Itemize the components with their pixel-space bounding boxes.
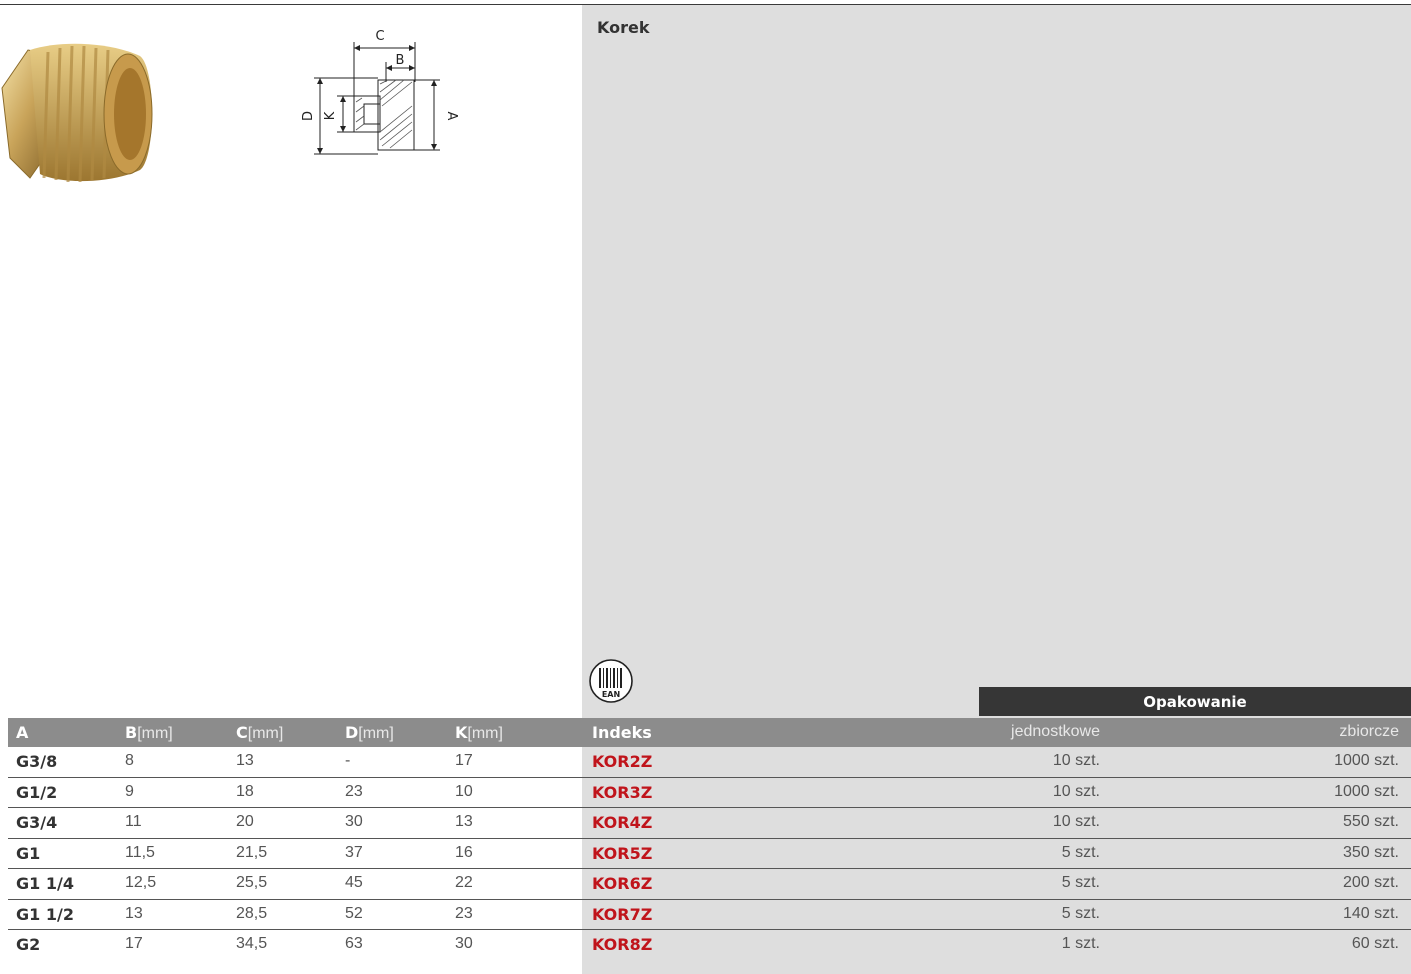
dim-label-d: D <box>301 111 316 121</box>
cell-b: 13 <box>125 904 143 922</box>
table-row: G3/4 11 20 30 13 KOR4Z 10 szt. 550 szt. <box>8 808 1411 839</box>
cell-bulk-pack: 1000 szt. <box>1334 782 1399 800</box>
cell-b: 17 <box>125 935 143 952</box>
cell-k: 22 <box>455 874 473 891</box>
cell-unit-pack: 5 szt. <box>1061 874 1100 891</box>
col-header-index: Indeks <box>592 723 652 742</box>
col-header-d: D[mm] <box>345 723 394 742</box>
cell-d: 52 <box>345 904 363 922</box>
col-header-unit-pack: jednostkowe <box>1011 723 1100 740</box>
packaging-header-label: Opakowanie <box>1143 693 1247 711</box>
product-title: Korek <box>597 18 650 37</box>
table-row: G1 1/2 13 28,5 52 23 KOR7Z 5 szt. 140 sz… <box>8 900 1411 930</box>
cell-c: 13 <box>236 752 254 769</box>
cell-index: KOR8Z <box>592 935 653 954</box>
cell-unit-pack: 5 szt. <box>1061 904 1100 922</box>
cell-a: G3/4 <box>16 813 58 832</box>
table-row: G2 17 34,5 63 30 KOR8Z 1 szt. 60 szt. <box>8 930 1411 960</box>
product-photo <box>1 43 153 183</box>
cell-c: 25,5 <box>236 874 268 891</box>
cell-bulk-pack: 140 szt. <box>1342 904 1399 922</box>
table-row: G1/2 9 18 23 10 KOR3Z 10 szt. 1000 szt. <box>8 778 1411 808</box>
cell-k: 23 <box>455 904 473 922</box>
cell-unit-pack: 10 szt. <box>1052 813 1100 830</box>
cell-index: KOR6Z <box>592 874 653 893</box>
col-header-c: C[mm] <box>236 723 284 742</box>
cell-unit-pack: 1 szt. <box>1061 935 1100 952</box>
cell-bulk-pack: 60 szt. <box>1351 935 1399 952</box>
cell-b: 8 <box>125 752 134 769</box>
product-table: G3/8 8 13 - 17 KOR2Z 10 szt. 1000 szt. G… <box>8 747 1411 960</box>
table-row: G1 11,5 21,5 37 16 KOR5Z 5 szt. 350 szt. <box>8 839 1411 869</box>
cell-c: 34,5 <box>236 935 268 952</box>
cell-b: 11,5 <box>125 843 155 861</box>
cell-d: 45 <box>345 874 363 891</box>
cell-b: 11 <box>125 813 142 830</box>
cell-a: G2 <box>16 935 41 954</box>
dim-label-k: K <box>323 111 338 120</box>
cell-b: 9 <box>125 782 134 800</box>
cell-index: KOR4Z <box>592 813 653 832</box>
cell-a: G1 1/4 <box>16 874 74 893</box>
cell-d: 30 <box>345 813 363 830</box>
cell-index: KOR5Z <box>592 843 653 863</box>
cell-a: G3/8 <box>16 752 58 771</box>
cell-d: 23 <box>345 782 363 800</box>
packaging-header: Opakowanie <box>979 687 1411 716</box>
cell-c: 20 <box>236 813 254 830</box>
table-row: G1 1/4 12,5 25,5 45 22 KOR6Z 5 szt. 200 … <box>8 869 1411 900</box>
cell-unit-pack: 10 szt. <box>1052 752 1100 769</box>
cell-index: KOR7Z <box>592 904 653 924</box>
col-header-bulk-pack: zbiorcze <box>1339 723 1399 740</box>
col-header-a: A <box>16 723 29 742</box>
cell-k: 16 <box>455 843 473 861</box>
cell-c: 28,5 <box>236 904 268 922</box>
ean-icon-label: EAN <box>602 690 620 699</box>
cell-index: KOR2Z <box>592 752 653 771</box>
cell-bulk-pack: 350 szt. <box>1342 843 1399 861</box>
cell-bulk-pack: 1000 szt. <box>1334 752 1399 769</box>
dim-label-a: A <box>444 112 459 121</box>
technical-drawing: C B D K A <box>301 29 459 155</box>
cell-d: 63 <box>345 935 363 952</box>
cell-a: G1/2 <box>16 782 58 802</box>
cell-b: 12,5 <box>125 874 157 891</box>
table-header: A B[mm] C[mm] D[mm] K[mm] Indeks jednost… <box>8 718 1411 747</box>
cell-k: 30 <box>455 935 473 952</box>
cell-bulk-pack: 200 szt. <box>1342 874 1399 891</box>
ean-barcode-icon: EAN <box>589 659 633 703</box>
dim-label-c: C <box>375 29 384 44</box>
dim-label-b: B <box>396 53 405 68</box>
cell-a: G1 <box>16 843 41 863</box>
col-header-b: B[mm] <box>125 723 173 742</box>
cell-a: G1 1/2 <box>16 904 74 924</box>
cell-d: 37 <box>345 843 363 861</box>
col-header-k: K[mm] <box>455 723 503 742</box>
cell-k: 13 <box>455 813 473 830</box>
cell-unit-pack: 5 szt. <box>1061 843 1100 861</box>
cell-c: 18 <box>236 782 254 800</box>
cell-d: - <box>345 752 351 769</box>
cell-c: 21,5 <box>236 843 268 861</box>
table-row: G3/8 8 13 - 17 KOR2Z 10 szt. 1000 szt. <box>8 747 1411 778</box>
cell-index: KOR3Z <box>592 782 653 802</box>
cell-unit-pack: 10 szt. <box>1052 782 1100 800</box>
cell-k: 10 <box>455 782 473 800</box>
cell-k: 17 <box>455 752 473 769</box>
cell-bulk-pack: 550 szt. <box>1342 813 1399 830</box>
